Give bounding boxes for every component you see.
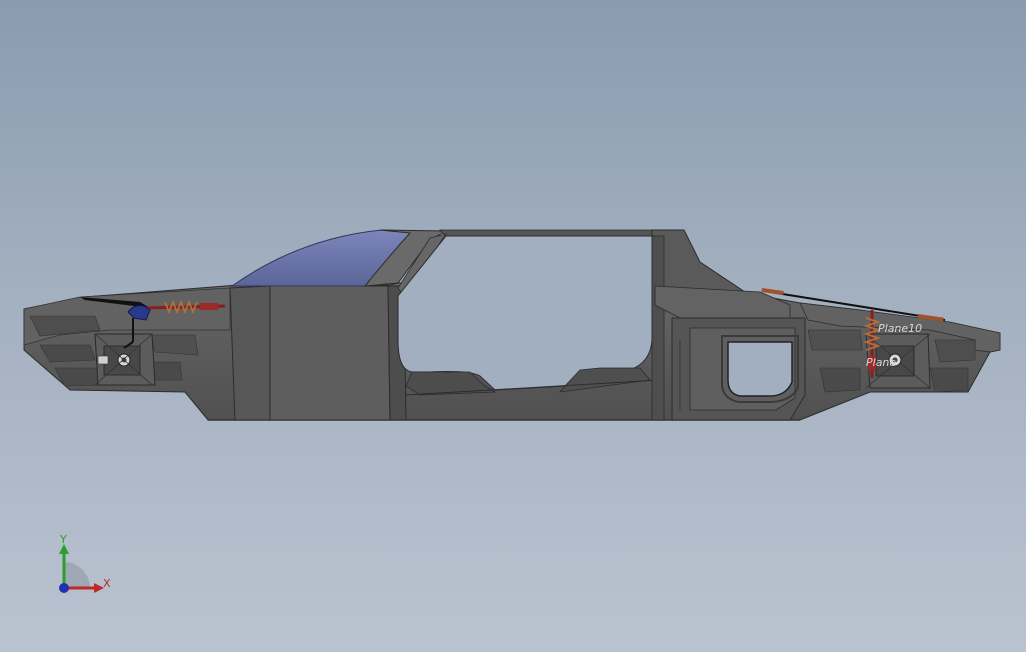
chassis-model[interactable]: Plane10 Plane Y X: [0, 0, 1026, 652]
y-axis-label: Y: [59, 533, 67, 546]
z-axis-dot: [59, 583, 69, 593]
rear-section: [651, 229, 806, 421]
front-mount: [94, 333, 156, 386]
reference-triad: Y X: [59, 533, 111, 593]
plane-label-upper[interactable]: Plane10: [878, 322, 922, 335]
graphics-viewport[interactable]: Plane10 Plane Y X: [0, 0, 1026, 652]
cockpit-bulkhead: [229, 285, 407, 421]
x-axis-label: X: [103, 577, 111, 590]
side-frame: [397, 229, 661, 396]
plane-label-lower[interactable]: Plane: [866, 356, 896, 369]
triad-plane-icon: [64, 562, 90, 588]
